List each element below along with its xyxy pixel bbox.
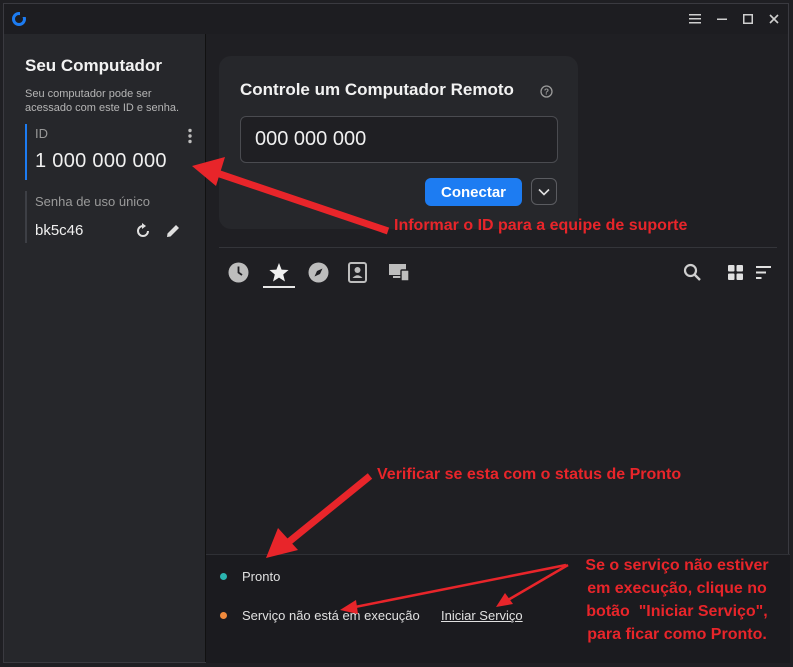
- svg-text:?: ?: [544, 87, 549, 97]
- kebab-menu-icon[interactable]: [185, 128, 195, 144]
- service-annotation-line: botão "Iniciar Serviço",: [586, 603, 768, 620]
- tab-address-book[interactable]: [346, 261, 368, 283]
- address-book-icon: [347, 261, 367, 283]
- tab-discovered[interactable]: [307, 261, 329, 283]
- grid-view-button[interactable]: [724, 261, 746, 283]
- sort-icon: [755, 265, 771, 279]
- ready-status-dot: [220, 573, 227, 580]
- service-annotation-line: para ficar como Pronto.: [587, 626, 767, 643]
- password-section: Senha de uso único bk5c46: [25, 191, 197, 243]
- refresh-icon[interactable]: [134, 222, 152, 240]
- connect-options-button[interactable]: [531, 178, 557, 205]
- id-value[interactable]: 1 000 000 000: [35, 150, 167, 173]
- compass-icon: [308, 262, 328, 282]
- menu-icon[interactable]: [686, 10, 704, 28]
- sidebar-description: Seu computador pode ser acessado com est…: [25, 88, 180, 114]
- search-icon: [683, 263, 701, 281]
- edit-icon[interactable]: [164, 222, 182, 240]
- start-service-link[interactable]: Iniciar Serviço: [441, 608, 523, 623]
- devices-icon: [389, 263, 410, 282]
- service-annotation-text: Se o serviço não estiver em execução, cl…: [568, 554, 786, 646]
- remote-title: Controle um Computador Remoto: [240, 80, 514, 99]
- tab-favorites[interactable]: [268, 261, 290, 283]
- password-label: Senha de uso único: [35, 194, 150, 209]
- sort-button[interactable]: [752, 261, 774, 283]
- tab-devices[interactable]: [388, 261, 410, 283]
- remote-control-card: Controle um Computador Remoto ? Conectar: [219, 56, 578, 229]
- star-icon: [269, 262, 289, 281]
- chevron-down-icon: [538, 188, 550, 196]
- sidebar: Seu Computador Seu computador pode ser a…: [4, 34, 206, 662]
- help-icon[interactable]: ?: [540, 85, 553, 98]
- section-divider: [219, 247, 777, 248]
- service-annotation-line: Se o serviço não estiver: [585, 557, 769, 574]
- id-section: ID 1 000 000 000: [25, 124, 197, 180]
- title-bar: [4, 4, 788, 34]
- tab-recent[interactable]: [227, 261, 249, 283]
- password-value[interactable]: bk5c46: [35, 222, 83, 239]
- clock-icon: [228, 262, 248, 282]
- id-label: ID: [35, 126, 48, 141]
- service-status-text: Serviço não está em execução: [242, 608, 420, 623]
- close-icon[interactable]: [765, 10, 783, 28]
- service-status-dot: [220, 612, 227, 619]
- sidebar-title: Seu Computador: [25, 56, 162, 75]
- active-tab-indicator: [263, 286, 295, 288]
- connect-button[interactable]: Conectar: [425, 178, 522, 206]
- service-annotation-line: em execução, clique no: [587, 580, 767, 597]
- status-annotation-text: Verificar se esta com o status de Pronto: [377, 466, 682, 483]
- ready-status-text: Pronto: [242, 569, 281, 584]
- minimize-icon[interactable]: [713, 10, 731, 28]
- app-logo-icon: [12, 12, 26, 26]
- id-annotation-text: Informar o ID para a equipe de suporte: [394, 217, 688, 234]
- search-button[interactable]: [681, 261, 703, 283]
- grid-icon: [727, 264, 743, 280]
- remote-id-input[interactable]: [240, 116, 558, 163]
- maximize-icon[interactable]: [739, 10, 757, 28]
